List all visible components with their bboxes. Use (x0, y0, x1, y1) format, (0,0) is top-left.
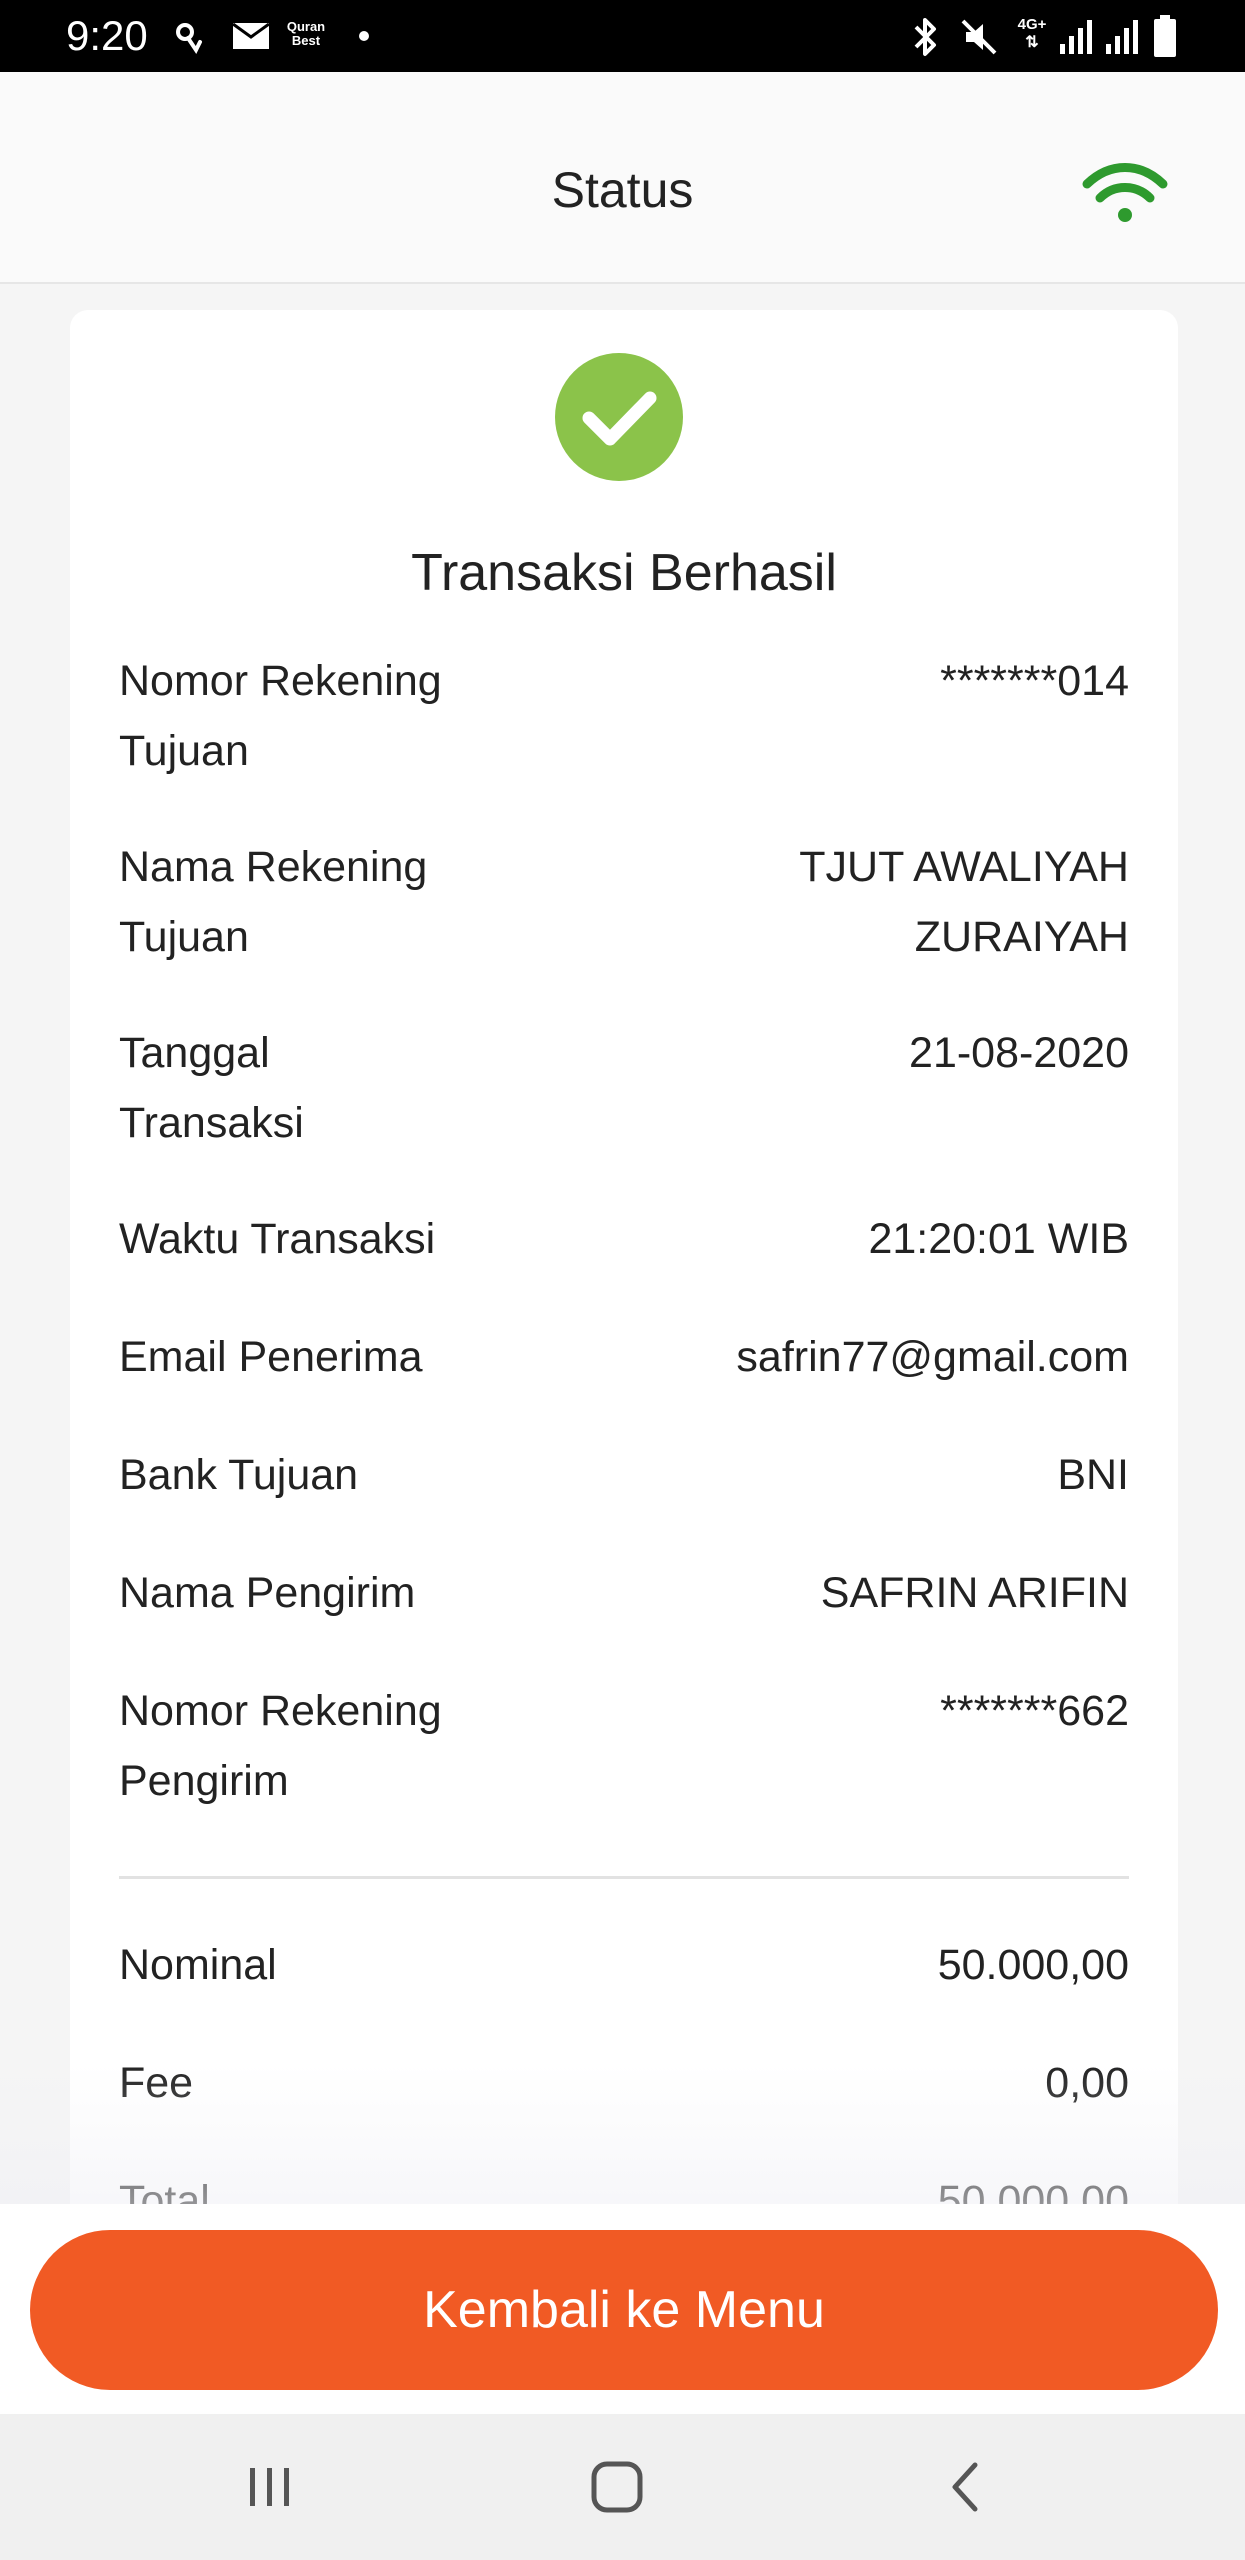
4g-icon: 4G+ ⇅ (1012, 16, 1052, 52)
battery-icon (1154, 15, 1176, 57)
signal-icon (1106, 20, 1138, 54)
back-button[interactable] (905, 2442, 1025, 2532)
detail-label: Email Penerima (119, 1333, 423, 1381)
mute-icon (961, 19, 997, 55)
detail-value: safrin77@gmail.com (736, 1333, 1129, 1381)
amount-value: 50.000,00 (937, 2177, 1129, 2204)
status-time: 9:20 (66, 12, 148, 59)
bottom-action-panel: Kembali ke Menu (0, 2204, 1245, 2414)
detail-value: TJUT AWALIYAH ZURAIYAH (799, 843, 1129, 961)
mail-icon (232, 22, 270, 49)
detail-label: Nomor Rekening Tujuan (119, 657, 442, 775)
amount-value: 50.000,00 (937, 1941, 1129, 1989)
transaction-status-title: Transaksi Berhasil (411, 544, 837, 602)
detail-value: SAFRIN ARIFIN (820, 1569, 1129, 1617)
detail-label: Nama Pengirim (119, 1569, 416, 1617)
dot-icon (359, 31, 369, 41)
amount-label: Nominal (119, 1941, 277, 1989)
back-to-menu-button[interactable]: Kembali ke Menu (30, 2230, 1218, 2390)
bluetooth-icon (914, 18, 936, 56)
back-icon (952, 2462, 978, 2512)
signal-icon (1060, 20, 1092, 54)
detail-value: 21-08-2020 (909, 1029, 1129, 1077)
app-header: Status (0, 72, 1245, 284)
home-button[interactable] (557, 2442, 677, 2532)
quran-app-icon: Quran Best (286, 20, 326, 48)
amount-label: Total (119, 2177, 210, 2204)
recent-apps-button[interactable] (210, 2442, 330, 2532)
detail-value: 21:20:01 WIB (868, 1215, 1129, 1263)
recent-apps-icon (250, 2468, 289, 2506)
check-circle-icon (555, 353, 683, 481)
detail-value: BNI (1057, 1451, 1129, 1499)
home-icon (591, 2461, 643, 2513)
detail-value: *******662 (940, 1687, 1129, 1735)
wifi-icon (1082, 163, 1168, 222)
detail-label: Bank Tujuan (119, 1451, 359, 1499)
voicemail-icon (176, 23, 202, 54)
receipt-divider (119, 1876, 1129, 1879)
status-bar: 9:20 Quran Best 4G+ ⇅ (0, 0, 1245, 72)
detail-label: Nomor Rekening Pengirim (119, 1687, 442, 1805)
receipt-scroll-area[interactable]: Transaksi Berhasil Nomor Rekening Tujuan… (0, 286, 1245, 2204)
receipt-card: Transaksi Berhasil Nomor Rekening Tujuan… (70, 310, 1178, 2204)
system-nav-bar (0, 2414, 1245, 2560)
detail-label: Tanggal Transaksi (119, 1029, 304, 1147)
quran-label-bottom: Best (291, 33, 321, 48)
amount-label: Fee (119, 2059, 194, 2107)
quran-label-top: Quran (286, 19, 326, 34)
page-title: Status (551, 162, 694, 218)
detail-label: Nama Rekening Tujuan (119, 843, 428, 961)
detail-label: Waktu Transaksi (119, 1215, 436, 1263)
detail-value: *******014 (940, 657, 1129, 705)
amount-value: 0,00 (1045, 2059, 1129, 2107)
network-label: 4G+ (1017, 16, 1047, 33)
